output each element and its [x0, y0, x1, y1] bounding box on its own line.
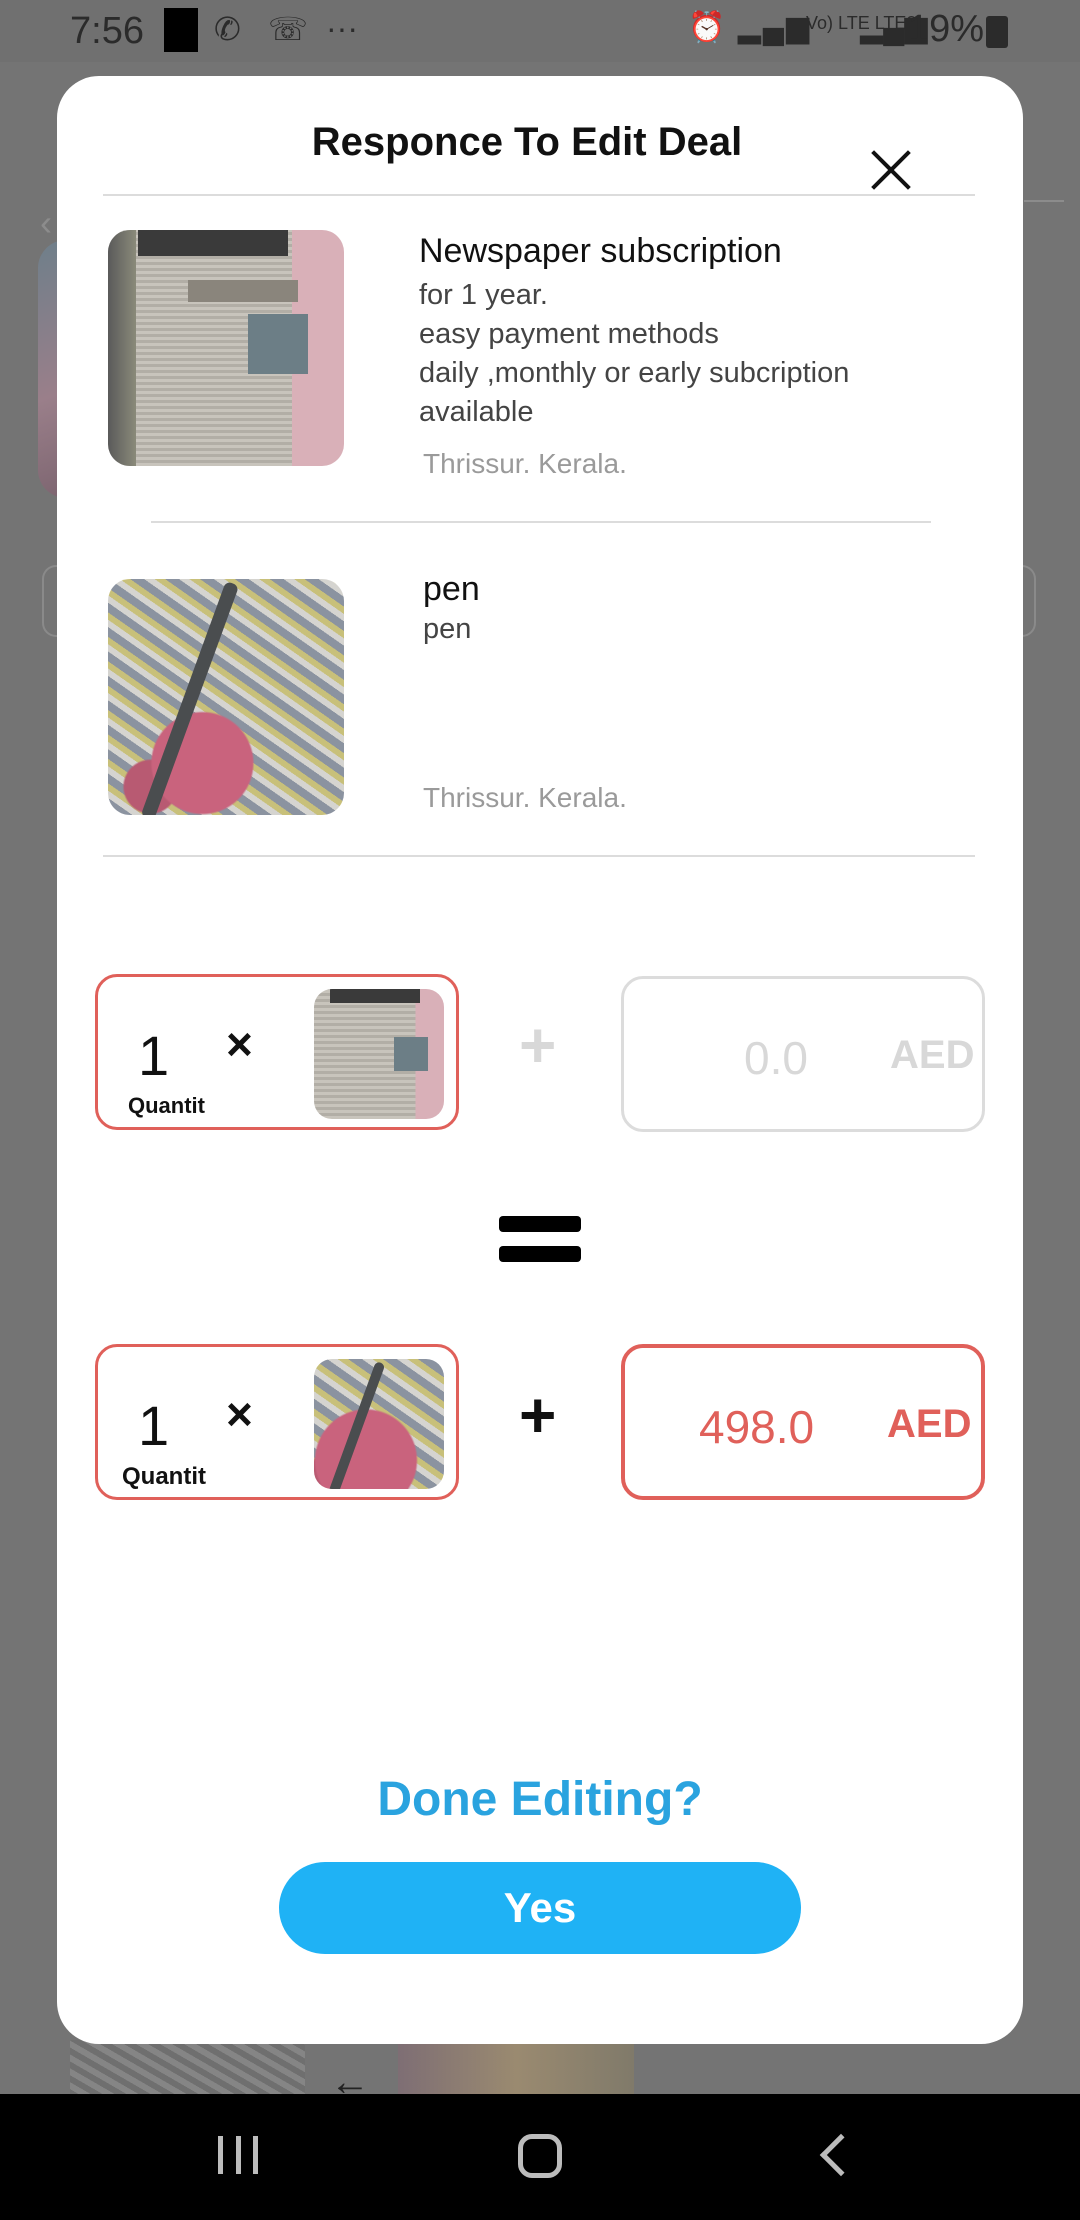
notification-icon	[164, 8, 198, 52]
navigation-bar	[0, 2094, 1080, 2220]
price-value: 498.0	[699, 1401, 815, 1453]
divider	[103, 855, 975, 857]
quantity-value: 1	[138, 1394, 170, 1457]
battery-icon	[986, 16, 1008, 48]
divider	[151, 521, 931, 523]
status-time: 7:56	[70, 10, 144, 52]
newspaper-image	[108, 230, 344, 466]
quantity-box[interactable]: 1 × Quantit	[95, 974, 459, 1130]
pen-thumbnail	[314, 1359, 444, 1489]
more-icon: ···	[326, 10, 358, 46]
price-box[interactable]: 498.0 AED	[621, 1344, 985, 1500]
back-arrow-icon: ‹	[40, 202, 52, 243]
times-icon: ×	[226, 1018, 253, 1070]
plus-icon: +	[519, 1379, 557, 1451]
edit-deal-dialog: Responce To Edit Deal Newspaper subscrip…	[57, 76, 1023, 2044]
item-location: Thrissur. Kerala.	[423, 782, 627, 813]
item-description: pen	[423, 613, 472, 645]
currency-label: AED	[890, 1033, 975, 1077]
alarm-signal-icons: ⏰ ▂▄▆	[688, 11, 812, 44]
recents-icon[interactable]	[218, 2136, 258, 2176]
pen-image	[108, 579, 344, 815]
dialog-title: Responce To Edit Deal	[311, 120, 743, 164]
battery-percent: 19%	[908, 8, 985, 50]
yes-button[interactable]: Yes	[279, 1862, 801, 1954]
quantity-label: Quantit	[128, 1093, 205, 1118]
price-box[interactable]: 0.0 AED	[621, 976, 985, 1132]
quantity-value: 1	[138, 1024, 170, 1087]
item-location: Thrissur. Kerala.	[423, 448, 627, 479]
item-title: pen	[423, 570, 480, 608]
equals-icon	[499, 1208, 581, 1266]
divider	[103, 194, 975, 196]
currency-label: AED	[887, 1402, 972, 1446]
background-divider	[1024, 200, 1064, 202]
background-thumbnail	[398, 2040, 634, 2096]
times-icon: ×	[226, 1388, 253, 1440]
whatsapp-icon: ✆	[214, 11, 241, 47]
quantity-label: Quantit	[122, 1463, 206, 1490]
close-icon[interactable]	[869, 148, 913, 192]
price-value: 0.0	[744, 1032, 808, 1084]
done-editing-label: Done Editing?	[377, 1773, 703, 1826]
quantity-box[interactable]: 1 × Quantit	[95, 1344, 459, 1500]
status-bar: 7:56 ✆ ☏ ··· ⏰ ▂▄▆ Vo) LTE LTE2 ▂▄▆ 19%	[0, 0, 1080, 62]
plus-icon: +	[519, 1009, 557, 1081]
item-title: Newspaper subscription	[419, 232, 782, 270]
call-icon: ☏	[268, 11, 309, 47]
background-thumbnail	[70, 2040, 305, 2096]
back-icon[interactable]	[819, 2133, 863, 2177]
newspaper-thumbnail	[314, 989, 444, 1119]
item-description: for 1 year. easy payment methods daily ,…	[419, 279, 850, 428]
home-icon[interactable]	[518, 2134, 562, 2178]
